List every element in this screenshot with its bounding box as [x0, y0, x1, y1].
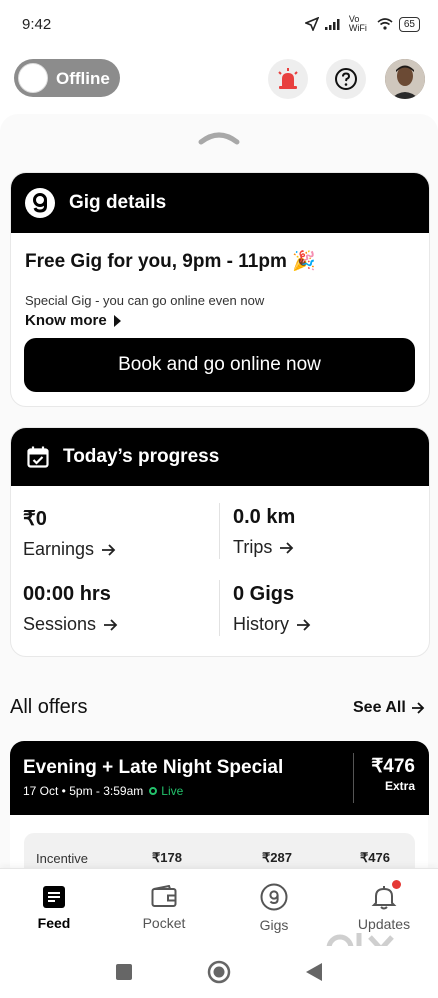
stat-value: 0 Gigs	[233, 583, 295, 605]
status-time: 9:42	[22, 16, 52, 33]
toggle-knob	[18, 63, 48, 93]
nav-label: Feed	[37, 915, 71, 931]
stat-label: History	[233, 614, 290, 634]
wallet-icon	[151, 885, 177, 907]
stat-value: ₹0	[23, 508, 47, 530]
question-icon	[335, 68, 357, 90]
location-arrow-icon	[304, 17, 319, 31]
nav-label: Pocket	[142, 915, 186, 931]
progress-card-title: Today’s progress	[63, 446, 220, 467]
offer-divider	[353, 753, 354, 803]
system-nav-bar	[0, 946, 438, 998]
feed-icon	[43, 886, 65, 908]
incentive-value: ₹476	[360, 850, 390, 865]
see-all-link[interactable]: See All	[353, 699, 425, 717]
profile-photo	[385, 59, 425, 99]
nav-label: Gigs	[259, 917, 289, 933]
offer-date: 17 Oct • 5pm - 3:59am	[23, 784, 144, 798]
notification-dot	[392, 880, 401, 889]
offer-card-header[interactable]: Evening + Late Night Special 17 Oct • 5p…	[10, 741, 429, 815]
live-dot-icon	[149, 787, 158, 795]
network-label: Vo WiFi	[348, 14, 367, 33]
stat-label: Trips	[233, 537, 273, 557]
know-more-label: Know more	[25, 312, 107, 329]
sos-button[interactable]	[268, 59, 308, 99]
avatar[interactable]	[385, 59, 425, 99]
live-badge: Live	[149, 784, 183, 798]
signal-icon	[324, 19, 340, 30]
offer-amount: ₹476	[371, 756, 415, 777]
stat-history[interactable]: 0 Gigs History	[233, 583, 311, 635]
arrow-right-icon	[297, 618, 311, 631]
toggle-label: Offline	[56, 69, 110, 88]
bell-icon-wrap	[371, 880, 401, 910]
arrow-right-icon	[411, 702, 425, 714]
special-gig-text: Special Gig - you can go online even now	[25, 293, 265, 308]
stat-value: 00:00 hrs	[23, 583, 111, 605]
nav-gigs[interactable]: Gigs	[234, 869, 314, 947]
battery-indicator: 65	[398, 16, 420, 32]
incentive-value: ₹178	[152, 850, 182, 865]
incentive-label: Incentive	[36, 851, 89, 866]
arrow-right-icon	[102, 543, 116, 556]
status-bar: 9:42 Vo WiFi 65	[0, 0, 438, 50]
live-label: Live	[161, 784, 184, 798]
wifi-icon	[377, 18, 393, 30]
all-offers-title: All offers	[10, 696, 88, 718]
stat-earnings[interactable]: ₹0 Earnings	[23, 506, 116, 560]
book-and-go-online-button[interactable]: Book and go online now	[24, 338, 415, 392]
home-icon[interactable]	[207, 960, 231, 984]
stats-divider-bottom	[219, 580, 220, 636]
know-more-link[interactable]: Know more	[25, 312, 121, 329]
nav-feed[interactable]: Feed	[14, 869, 94, 947]
gigs-logo-icon	[260, 883, 288, 911]
calendar-check-icon	[27, 446, 49, 468]
progress-card-header: Today’s progress	[11, 428, 429, 486]
help-button[interactable]	[326, 59, 366, 99]
gigs-logo-icon	[25, 188, 55, 218]
back-icon[interactable]	[305, 962, 323, 982]
arrow-right-icon	[104, 618, 118, 631]
free-gig-headline: Free Gig for you, 9pm - 11pm 🎉	[25, 251, 316, 272]
gig-card-title: Gig details	[69, 192, 167, 213]
recents-icon[interactable]	[115, 963, 133, 981]
offer-title: Evening + Late Night Special	[23, 757, 284, 778]
offer-schedule: 17 Oct • 5pm - 3:59am Live	[23, 784, 183, 798]
stat-value: 0.0 km	[233, 506, 296, 528]
online-toggle[interactable]: Offline	[14, 59, 120, 97]
see-all-label: See All	[353, 699, 406, 716]
stat-label: Sessions	[23, 614, 97, 634]
siren-icon	[278, 68, 298, 89]
stat-sessions[interactable]: 00:00 hrs Sessions	[23, 583, 118, 635]
incentive-value: ₹287	[262, 850, 292, 865]
offer-extra-label: Extra	[384, 779, 415, 793]
arrow-right-icon	[280, 541, 294, 554]
sheet-handle-chevron-icon[interactable]	[198, 131, 240, 145]
stats-divider-top	[219, 503, 220, 559]
nav-pocket[interactable]: Pocket	[124, 869, 204, 947]
stat-trips[interactable]: 0.0 km Trips	[233, 506, 295, 558]
gig-card-header: Gig details	[11, 173, 429, 233]
stat-label: Earnings	[23, 539, 95, 559]
status-icons: Vo WiFi 65	[304, 14, 420, 33]
caret-right-icon	[113, 314, 121, 327]
book-button-label: Book and go online now	[118, 354, 321, 375]
